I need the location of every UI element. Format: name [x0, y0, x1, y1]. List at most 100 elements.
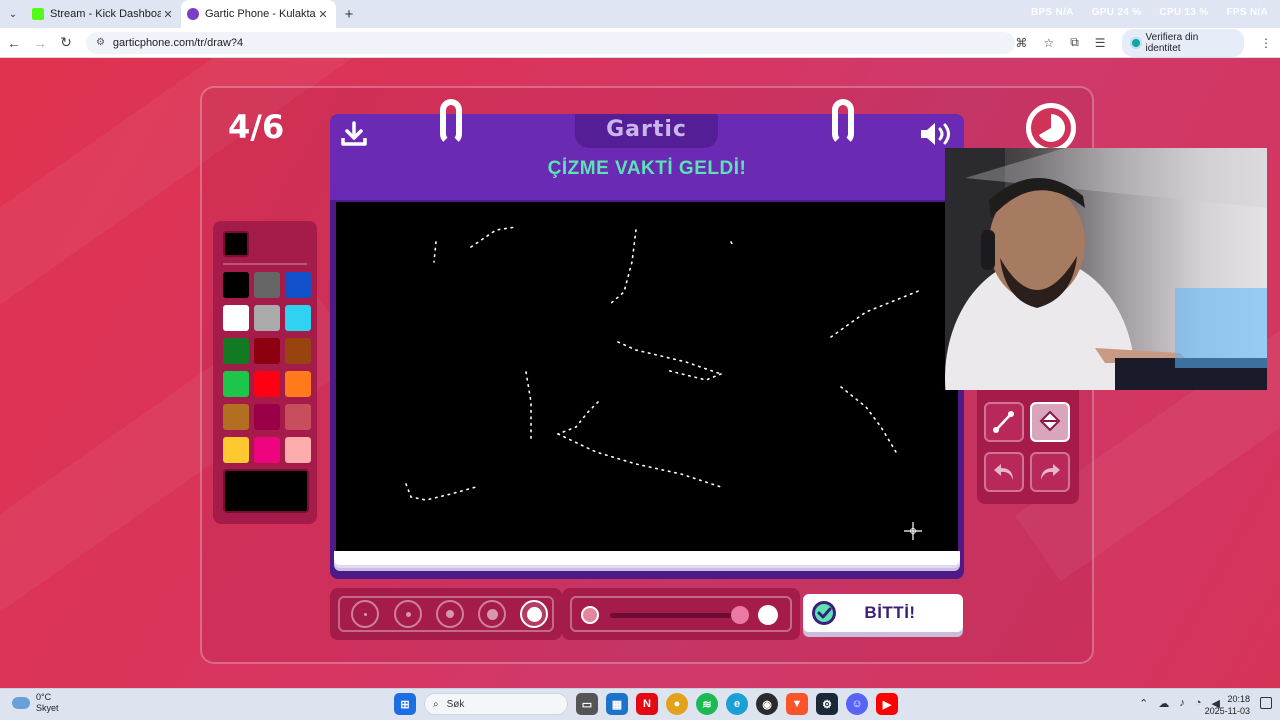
color-swatch[interactable]	[254, 404, 280, 430]
color-swatch[interactable]	[223, 404, 249, 430]
brush-size-1[interactable]	[351, 600, 379, 628]
color-swatch[interactable]	[254, 272, 280, 298]
verify-label: Verifiera din identitet	[1145, 31, 1199, 54]
drawing-canvas[interactable]	[336, 202, 958, 551]
palette-divider	[223, 263, 307, 265]
redo-button[interactable]	[1030, 452, 1070, 492]
brave-icon[interactable]: ▼	[786, 693, 808, 715]
search-icon: ⌕	[433, 698, 439, 710]
brush-size-4[interactable]	[478, 600, 506, 628]
drawing-strokes	[405, 226, 922, 501]
webcam-overlay	[945, 148, 1267, 390]
reload-icon[interactable]: ↻	[54, 31, 78, 55]
undo-button[interactable]	[984, 452, 1024, 492]
back-icon[interactable]: ←	[2, 31, 26, 55]
redo-icon	[1041, 464, 1060, 480]
color-swatch[interactable]	[285, 338, 311, 364]
fps-stat: FPS N/A	[1226, 7, 1268, 18]
clock-time: 20:18	[1227, 694, 1250, 704]
translate-icon[interactable]: ⌘	[1015, 36, 1027, 50]
forward-icon[interactable]: →	[28, 31, 52, 55]
onedrive-icon[interactable]: ☁	[1158, 697, 1169, 710]
bookmark-star-icon[interactable]: ☆	[1043, 36, 1054, 50]
color-swatch[interactable]	[285, 371, 311, 397]
check-badge-icon	[812, 601, 836, 625]
color-swatch[interactable]	[285, 272, 311, 298]
youtube-icon[interactable]: ▶	[876, 693, 898, 715]
extensions-icon[interactable]: ⧉	[1070, 35, 1079, 50]
line-tool-button[interactable]	[984, 402, 1024, 442]
brush-size-2[interactable]	[394, 600, 422, 628]
notebook-ring	[832, 99, 854, 145]
color-swatch[interactable]	[285, 437, 311, 463]
timer-icon	[1026, 103, 1076, 153]
color-swatch[interactable]	[223, 437, 249, 463]
fill-tool-button[interactable]	[1030, 402, 1070, 442]
line-icon	[993, 411, 1014, 433]
size-dot	[486, 608, 498, 620]
taskbar-clock[interactable]: 20:18 2025-11-03	[1205, 693, 1250, 717]
reading-list-icon[interactable]: ☰	[1095, 36, 1106, 50]
clock-date: 2025-11-03	[1204, 706, 1250, 716]
notification-icon[interactable]	[1260, 697, 1272, 709]
store-icon[interactable]: ▦	[606, 693, 628, 715]
tab-gartic-phone[interactable]: Gartic Phone - Kulaktan Kulağa ✕	[181, 0, 336, 28]
color-swatch[interactable]	[254, 371, 280, 397]
tab-title: Stream - Kick Dashboard	[50, 8, 161, 20]
crosshair-cursor-icon	[904, 522, 922, 540]
color-swatch[interactable]	[254, 338, 280, 364]
brush-size-3[interactable]	[436, 600, 464, 628]
weather-widget[interactable]: 0°C Skyet	[12, 692, 59, 714]
color-swatch[interactable]	[223, 305, 249, 331]
color-swatch[interactable]	[223, 272, 249, 298]
spotify-icon[interactable]: ≋	[696, 693, 718, 715]
address-bar-row: ← → ↻ ⚙ garticphone.com/tr/draw?4 ⌘ ☆ ⧉ …	[0, 28, 1280, 58]
netflix-icon[interactable]: N	[636, 693, 658, 715]
obs-icon[interactable]: ◉	[756, 693, 778, 715]
sound-icon[interactable]	[918, 120, 954, 148]
color-swatch[interactable]	[285, 305, 311, 331]
tray-overflow-icon[interactable]: ⌃	[1139, 697, 1148, 710]
verify-identity-button[interactable]: Verifiera din identitet	[1121, 28, 1244, 57]
color-swatch[interactable]	[254, 437, 280, 463]
color-swatch[interactable]	[223, 338, 249, 364]
steam-icon[interactable]: ⚙	[816, 693, 838, 715]
brush-size-5[interactable]	[520, 600, 548, 628]
current-color-swatch	[223, 231, 249, 257]
webcam-feed	[945, 148, 1267, 390]
tab-kick-dashboard[interactable]: Stream - Kick Dashboard ✕	[26, 0, 181, 28]
paint-bucket-icon	[1039, 410, 1061, 432]
close-tab-icon[interactable]: ✕	[316, 8, 330, 21]
color-swatch[interactable]	[254, 305, 280, 331]
opacity-slider[interactable]	[610, 613, 740, 618]
download-icon[interactable]	[340, 121, 368, 147]
edge-icon[interactable]: e	[726, 693, 748, 715]
cpu-stat: CPU 13 %	[1159, 7, 1209, 18]
color-swatch[interactable]	[285, 404, 311, 430]
done-button[interactable]: BİTTİ!	[803, 594, 963, 632]
size-dot	[446, 610, 454, 618]
cloud-icon	[12, 697, 30, 709]
opacity-slider-handle[interactable]	[731, 606, 749, 624]
windows-taskbar: 0°C Skyet ⊞ ⌕ Søk ▭ ▦ N ● ≋ e ◉ ▼ ⚙ ☺ ▶ …	[0, 688, 1280, 720]
weather-desc: Skyet	[36, 703, 59, 713]
site-info-icon[interactable]: ⚙	[96, 37, 105, 48]
windows-start-icon[interactable]: ⊞	[394, 693, 416, 715]
url-input[interactable]: ⚙ garticphone.com/tr/draw?4	[85, 31, 1016, 54]
wifi-icon[interactable]: ◔	[1195, 697, 1202, 710]
tab-search-icon[interactable]: ⌄	[0, 0, 26, 28]
taskbar-search[interactable]: ⌕ Søk	[424, 693, 568, 715]
menu-kebab-icon[interactable]: ⋮	[1260, 36, 1272, 50]
notebook-pages	[334, 551, 960, 565]
task-view-icon[interactable]: ▭	[576, 693, 598, 715]
custom-color-picker[interactable]	[223, 469, 309, 513]
discord-icon[interactable]: ☺	[846, 693, 868, 715]
microphone-icon[interactable]: ♪	[1179, 697, 1185, 710]
new-tab-button[interactable]: +	[336, 6, 362, 23]
close-tab-icon[interactable]: ✕	[161, 8, 175, 21]
tab-bar: ⌄ Stream - Kick Dashboard ✕ Gartic Phone…	[0, 0, 1280, 28]
color-swatch[interactable]	[223, 371, 249, 397]
chrome-icon[interactable]: ●	[666, 693, 688, 715]
color-palette	[213, 221, 317, 524]
size-dot	[363, 612, 367, 616]
